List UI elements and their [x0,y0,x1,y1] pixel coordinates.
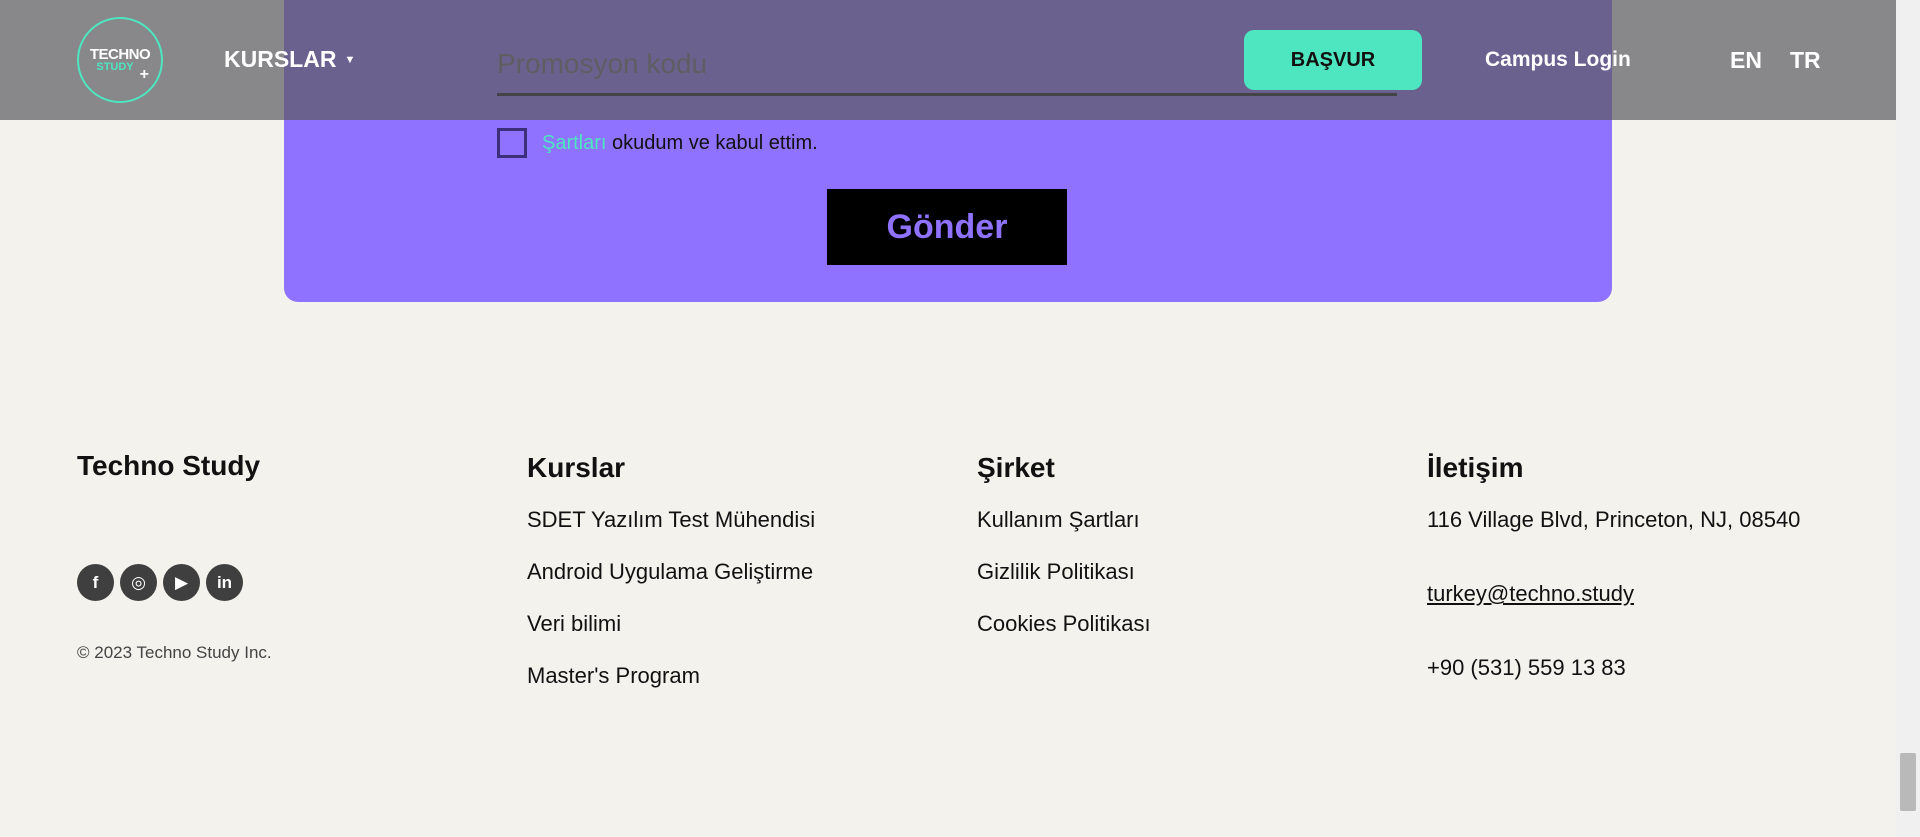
nav-courses-dropdown[interactable]: KURSLAR ▼ [224,46,355,73]
scrollbar-thumb[interactable] [1900,753,1916,811]
terms-row: Şartları okudum ve kabul ettim. [497,128,818,158]
techno-study-logo[interactable]: TECHNO STUDY + [77,17,163,103]
site-header: TECHNO STUDY + KURSLAR ▼ BAŞVUR Campus L… [0,0,1896,120]
footer-link-android[interactable]: Android Uygulama Geliştirme [527,559,813,584]
page-scrollbar[interactable] [1896,0,1920,837]
footer-link-data-science[interactable]: Veri bilimi [527,611,621,636]
submit-button[interactable]: Gönder [827,189,1067,265]
apply-button[interactable]: BAŞVUR [1244,30,1422,90]
facebook-icon[interactable]: f [77,564,114,601]
nav-courses-label: KURSLAR [224,46,337,72]
social-links: f ◎ ▶ in [77,564,243,601]
contact-email-link[interactable]: turkey@techno.study [1427,581,1634,606]
instagram-icon[interactable]: ◎ [120,564,157,601]
terms-text: Şartları okudum ve kabul ettim. [542,132,818,155]
footer-heading-contact: İletişim [1427,452,1524,483]
linkedin-icon[interactable]: in [206,564,243,601]
contact-address: 116 Village Blvd, Princeton, NJ, 08540 [1427,507,1801,532]
footer-link-terms[interactable]: Kullanım Şartları [977,507,1140,532]
footer-heading-courses: Kurslar [527,452,626,483]
footer-link-privacy[interactable]: Gizlilik Politikası [977,559,1135,584]
footer-link-sdet[interactable]: SDET Yazılım Test Mühendisi [527,507,815,532]
logo-text-study: STUDY [96,61,134,73]
language-tr[interactable]: TR [1790,47,1821,74]
terms-checkbox[interactable] [497,128,527,158]
footer-column-contact: İletişim 116 Village Blvd, Princeton, NJ… [1427,452,1800,729]
logo-plus: + [139,66,149,83]
footer-column-courses: Kurslar SDET Yazılım Test Mühendisi Andr… [527,452,815,715]
campus-login-link[interactable]: Campus Login [1485,48,1631,72]
page: Şartları okudum ve kabul ettim. Gönder T… [0,0,1920,837]
logo-text-techno: TECHNO [89,46,151,63]
contact-phone: +90 (531) 559 13 83 [1427,655,1626,680]
footer-link-cookies[interactable]: Cookies Politikası [977,611,1151,636]
language-en[interactable]: EN [1730,47,1762,74]
copyright: © 2023 Techno Study Inc. [77,643,272,662]
footer-heading-company: Şirket [977,452,1055,483]
terms-link[interactable]: Şartları [542,132,606,154]
footer-column-company: Şirket Kullanım Şartları Gizlilik Politi… [977,452,1151,663]
footer-brand: Techno Study [77,450,261,481]
youtube-icon[interactable]: ▶ [163,564,200,601]
footer-link-masters[interactable]: Master's Program [527,663,700,688]
caret-down-icon: ▼ [344,53,356,66]
terms-label: okudum ve kabul ettim. [606,131,818,154]
